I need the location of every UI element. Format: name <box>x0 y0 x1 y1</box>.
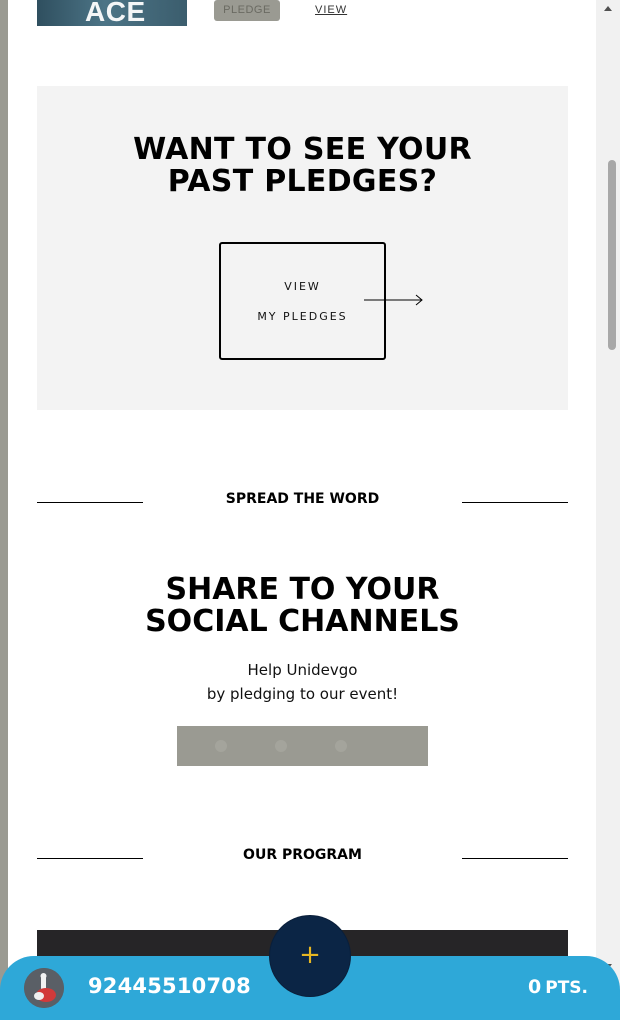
arrow-right-icon <box>364 294 423 306</box>
divider-line <box>462 858 568 859</box>
user-avatar-icon <box>24 968 64 1008</box>
share-subtitle: Help Unidevgo by pledging to our event! <box>37 658 568 706</box>
spread-the-word-label: SPREAD THE WORD <box>225 491 380 507</box>
points-display: 0 PTS. <box>528 976 588 998</box>
social-share-bar[interactable] <box>177 726 428 766</box>
linkedin-icon[interactable] <box>335 740 347 752</box>
add-pledge-fab[interactable]: + <box>270 916 350 996</box>
view-my-pledges-label-line1: VIEW <box>284 280 321 293</box>
share-title-line1: SHARE TO YOUR <box>165 572 440 607</box>
avatar[interactable] <box>24 968 64 1008</box>
past-pledges-title-line2: PAST PLEDGES? <box>167 164 438 199</box>
share-title-line2: SOCIAL CHANNELS <box>145 604 460 639</box>
facebook-icon[interactable] <box>215 740 227 752</box>
our-program-label: OUR PROGRAM <box>243 847 362 863</box>
scrollbar-thumb[interactable] <box>608 160 616 350</box>
phone-number: 92445510708 <box>88 974 251 998</box>
divider-line <box>462 502 568 503</box>
past-pledges-title: WANT TO SEE YOUR PAST PLEDGES? <box>37 134 568 198</box>
scroll-up-arrow-icon[interactable] <box>604 6 612 11</box>
pledge-button[interactable]: PLEDGE <box>214 0 280 21</box>
spread-the-word-heading: SPREAD THE WORD <box>37 487 568 507</box>
share-subtitle-line2: by pledging to our event! <box>206 685 399 703</box>
campaign-thumbnail[interactable]: ACE <box>37 0 187 26</box>
view-link[interactable]: VIEW <box>315 4 347 16</box>
share-subtitle-line1: Help Unidevgo <box>247 661 358 679</box>
share-title: SHARE TO YOUR SOCIAL CHANNELS <box>37 574 568 638</box>
view-my-pledges-button[interactable]: VIEW MY PLEDGES <box>219 242 386 360</box>
plus-icon: + <box>299 940 321 970</box>
page-content: ACE PLEDGE VIEW WANT TO SEE YOUR PAST PL… <box>8 0 596 1020</box>
our-program-heading: OUR PROGRAM <box>37 843 568 863</box>
past-pledges-section: WANT TO SEE YOUR PAST PLEDGES? VIEW MY P… <box>37 86 568 410</box>
scrollbar[interactable] <box>596 0 620 1020</box>
twitter-icon[interactable] <box>275 740 287 752</box>
points-value: 0 <box>528 976 542 998</box>
points-unit: PTS. <box>545 978 588 998</box>
thumbnail-text: ACE <box>85 0 146 26</box>
view-my-pledges-label-line2: MY PLEDGES <box>257 310 348 323</box>
past-pledges-title-line1: WANT TO SEE YOUR <box>133 132 472 167</box>
